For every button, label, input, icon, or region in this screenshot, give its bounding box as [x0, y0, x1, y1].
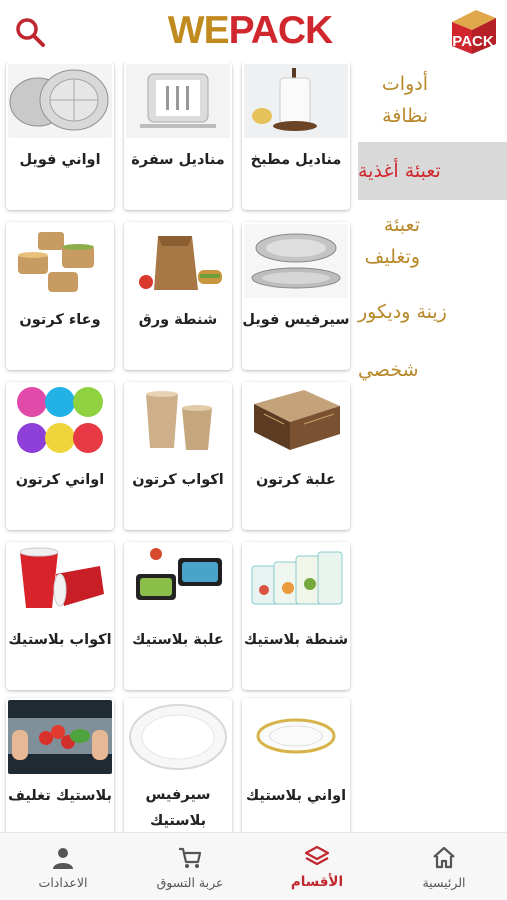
product-card[interactable]: اكواب كرتون: [124, 382, 232, 530]
product-card[interactable]: علبة كرتون: [242, 382, 350, 530]
nav-cart[interactable]: عربة التسوق: [127, 833, 253, 900]
product-label: اواني فويل: [19, 152, 101, 168]
paper-bowl-icon: [8, 224, 112, 298]
carton-box-icon: [244, 384, 348, 458]
product-card[interactable]: بلاستيك تغليف: [6, 698, 114, 832]
product-label: شنطة بلاستيك: [243, 632, 349, 648]
product-label: اواني بلاستيك: [245, 788, 347, 804]
sidebar-item-label: زينة وديكور: [358, 301, 447, 323]
product-label: سيرفيس بلاستيك: [145, 787, 211, 829]
nav-home-label: الرئيسية: [422, 874, 466, 890]
product-label: وعاء كرتون: [19, 312, 101, 328]
napkin-holder-icon: [126, 64, 230, 138]
product-label: اكواب كرتون: [132, 472, 224, 488]
product-label: سيرفيس فويل: [242, 312, 350, 328]
product-card[interactable]: اواني كرتون: [6, 382, 114, 530]
cart-icon: [179, 847, 202, 868]
nav-categories[interactable]: الأقسام: [254, 833, 380, 900]
product-card[interactable]: شنطة بلاستيك: [242, 542, 350, 690]
sidebar-item-label: شخصي: [358, 359, 419, 381]
nav-settings-label: الاعدادات: [38, 874, 88, 890]
user-icon: [53, 847, 73, 869]
product-label: شنطة ورق: [138, 312, 218, 328]
nav-home[interactable]: الرئيسية: [381, 833, 507, 900]
product-card[interactable]: شنطة ورق: [124, 222, 232, 370]
product-card[interactable]: مناديل سفرة: [124, 62, 232, 210]
app-header: WE PACK PACK: [0, 0, 507, 62]
plastic-plate-icon: [244, 700, 348, 774]
paper-plate-icon: [8, 384, 112, 458]
plastic-cup-icon: [8, 544, 112, 618]
paper-towel-icon: [244, 64, 348, 138]
product-card[interactable]: اواني بلاستيك: [242, 698, 350, 832]
product-card[interactable]: اواني فويل: [6, 62, 114, 210]
plastic-platter-icon: [126, 700, 230, 774]
product-label: بلاستيك تغليف: [8, 788, 112, 804]
product-label: علبة كرتون: [256, 472, 336, 488]
product-card[interactable]: مناديل مطبخ: [242, 62, 350, 210]
foil-plate-icon: [8, 64, 112, 138]
product-label: اكواب بلاستيك: [8, 632, 112, 648]
sidebar-item-cleaning[interactable]: أدوات نظافة: [358, 62, 507, 138]
product-grid: مناديل مطبخ مناديل سفرة اواني فويل سيرفي…: [0, 62, 358, 832]
paper-bag-icon: [126, 224, 230, 298]
search-icon: [16, 18, 45, 47]
product-card[interactable]: وعاء كرتون: [6, 222, 114, 370]
sidebar-item-label: تعبئة أغذية: [358, 160, 441, 182]
search-button[interactable]: [10, 12, 50, 52]
logo-text: PACK: [452, 33, 494, 50]
zip-bag-icon: [244, 544, 348, 618]
product-label: اواني كرتون: [15, 472, 105, 488]
sidebar-item-packaging[interactable]: تعبئة وتغليف: [358, 206, 507, 276]
layers-icon: [304, 845, 330, 866]
brand-logo-icon: PACK: [446, 4, 500, 58]
product-label: مناديل مطبخ: [250, 152, 342, 168]
sidebar-item-label: أدوات نظافة: [381, 73, 428, 127]
product-card[interactable]: علبة بلاستيك: [124, 542, 232, 690]
cling-wrap-icon: [8, 700, 112, 774]
sidebar-item-food-packaging[interactable]: تعبئة أغذية: [358, 142, 507, 200]
nav-settings[interactable]: الاعدادات: [0, 833, 126, 900]
product-card[interactable]: سيرفيس فويل: [242, 222, 350, 370]
product-label: مناديل سفرة: [131, 152, 225, 168]
brand-logo-text: WE PACK: [132, 8, 368, 54]
sidebar-item-decor[interactable]: زينة وديكور: [358, 292, 507, 332]
sidebar-item-label: تعبئة وتغليف: [364, 214, 420, 268]
bottom-navigation: الرئيسية الأقسام عربة التسوق الاعدادات: [0, 832, 507, 900]
product-card[interactable]: اكواب بلاستيك: [6, 542, 114, 690]
foil-tray-icon: [244, 224, 348, 298]
product-card[interactable]: سيرفيس بلاستيك: [124, 698, 232, 832]
product-label: علبة بلاستيك: [132, 632, 224, 648]
sidebar-item-personal[interactable]: شخصي: [358, 350, 507, 390]
brand-pack: PACK: [228, 9, 334, 52]
home-icon: [433, 846, 455, 868]
paper-cup-icon: [126, 384, 230, 458]
brand-we: WE: [167, 9, 230, 52]
plastic-box-icon: [126, 544, 230, 618]
nav-categories-label: الأقسام: [290, 874, 344, 890]
nav-cart-label: عربة التسوق: [156, 874, 224, 890]
category-sidebar: أدوات نظافة تعبئة أغذية تعبئة وتغليف زين…: [358, 62, 507, 832]
